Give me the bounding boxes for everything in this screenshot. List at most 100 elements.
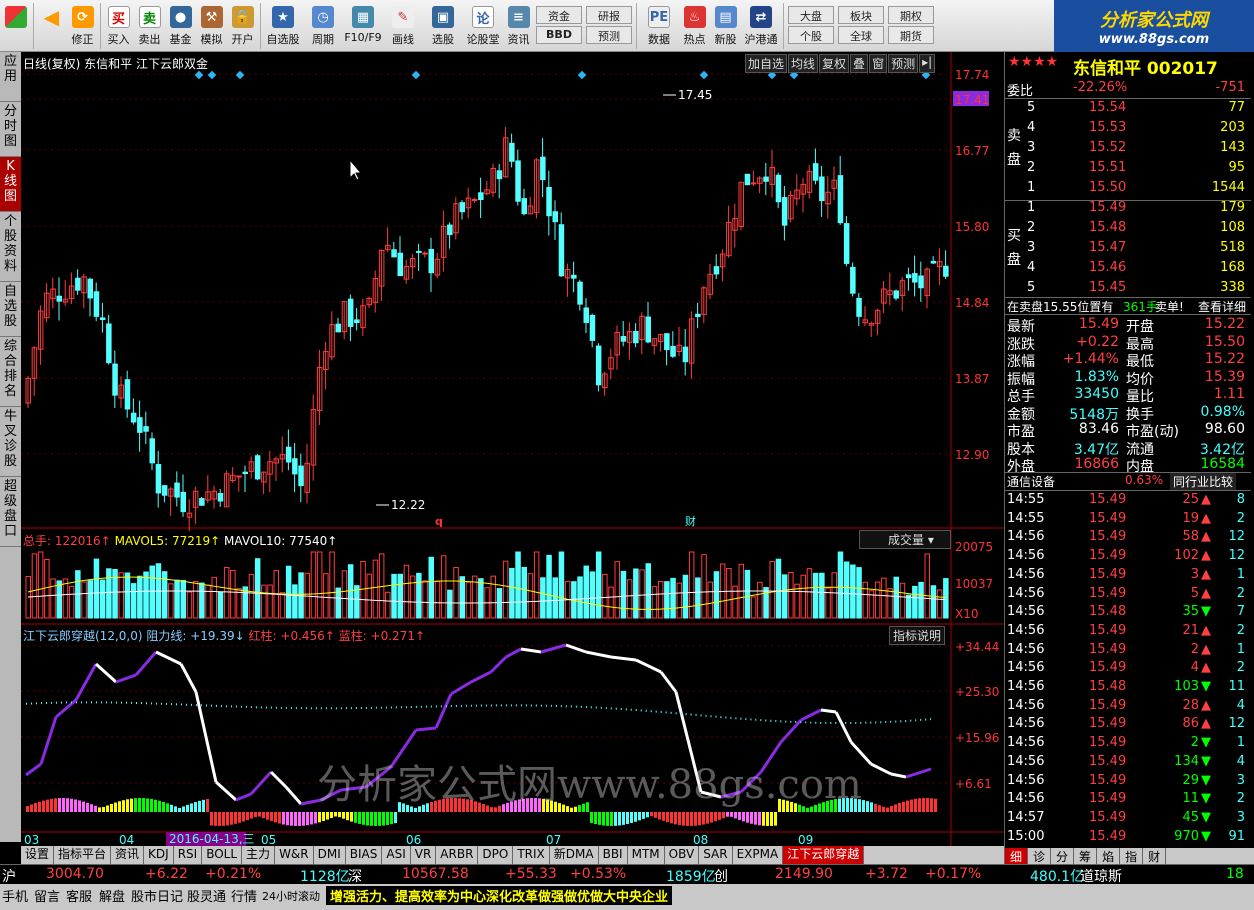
panel-tab[interactable]: 财 [1143, 848, 1167, 864]
indicator-tab[interactable]: RSI [174, 846, 203, 864]
indicator-tab[interactable]: BBI [599, 846, 628, 864]
hot-button[interactable]: ♨ 热点 [679, 0, 710, 52]
indicator-tab[interactable]: 资讯 [111, 846, 145, 864]
link-service[interactable]: 客服 [66, 886, 92, 905]
data-button[interactable]: PE 数据 [639, 0, 679, 52]
forecast-button[interactable]: 预测 [586, 26, 632, 44]
options-button[interactable]: 期权 [888, 6, 934, 24]
stock-button[interactable]: 个股 [788, 26, 834, 44]
stock-select-button[interactable]: ▣ 选股 [423, 0, 463, 52]
buy-button[interactable]: 买买入 [103, 0, 134, 52]
link-24h[interactable]: 24小时滚动 [262, 888, 320, 904]
period-button[interactable]: ◷ 周期 [303, 0, 343, 52]
fund-button[interactable]: ● 基金 [165, 0, 196, 52]
research-button[interactable]: 研报 [586, 6, 632, 24]
sector-button[interactable]: 板块 [838, 6, 884, 24]
nav-kline[interactable]: K线图 [0, 157, 21, 212]
ipo-button[interactable]: ▤ 新股 [710, 0, 741, 52]
histogram-bar [158, 800, 161, 812]
nav-app[interactable]: 应用 [0, 52, 21, 102]
link-message[interactable]: 留言 [34, 886, 60, 905]
nav-watchlist[interactable]: 自选股 [0, 282, 21, 337]
indicator-tab[interactable]: 江下云郎穿越 [783, 846, 865, 864]
panel-tab[interactable]: 细 [1005, 848, 1029, 864]
indicator-tab[interactable]: DPO [478, 846, 514, 864]
sell-level[interactable]: 1 15.50 1544 [1005, 180, 1251, 198]
sell-level[interactable]: 5 15.54 77 [1005, 100, 1251, 118]
volume-select[interactable]: 成交量 ▾ [859, 530, 951, 549]
predict-button[interactable]: 预测 [888, 54, 919, 73]
panel-tab[interactable]: 焰 [1097, 848, 1121, 864]
hk-connect-button[interactable]: ⇄ 沪港通 [741, 0, 781, 52]
indicator-help-button[interactable]: 指标说明 [889, 626, 946, 645]
forum-button[interactable]: 论论股堂 [463, 0, 503, 52]
nav-ranking[interactable]: 综合排名 [0, 337, 21, 407]
news-button[interactable]: ≡ 资讯 [503, 0, 534, 52]
buy-level[interactable]: 4 15.46 168 [1005, 260, 1251, 278]
buy-level[interactable]: 2 15.48 108 [1005, 220, 1251, 238]
adjust-button[interactable]: 复权 [819, 54, 850, 73]
indicator-tab[interactable]: W&R [275, 846, 314, 864]
sell-level[interactable]: 2 15.51 95 [1005, 160, 1251, 178]
draw-line-button[interactable]: ✎ 画线 [383, 0, 423, 52]
overlay-button[interactable]: 叠 [850, 54, 869, 73]
nav-diagnosis[interactable]: 牛叉诊股 [0, 407, 21, 477]
open-account-button[interactable]: 🔒 开户 [227, 0, 258, 52]
indicator-tab[interactable]: TRIX [513, 846, 550, 864]
panel-tab[interactable]: 分 [1051, 848, 1075, 864]
indicator-tab[interactable]: BIAS [346, 846, 383, 864]
nav-timeshare[interactable]: 分时图 [0, 102, 21, 157]
panel-tab[interactable]: 筹 [1074, 848, 1098, 864]
panel-tab[interactable]: 诊 [1028, 848, 1052, 864]
kline-chart[interactable]: 17.74 17.41 16.77 15.80 14.84 13.87 12.90 20075… [21, 52, 1004, 846]
futures-button[interactable]: 期货 [888, 26, 934, 44]
chart-canvas[interactable]: 17.74 17.41 16.77 15.80 14.84 13.87 12.90 20075… [21, 52, 1004, 846]
revise-button[interactable]: ⟳ 修正 [67, 0, 98, 52]
add-watch-button[interactable]: 加自选 [745, 54, 788, 73]
window-button[interactable]: 窗 [869, 54, 888, 73]
sell-button[interactable]: 卖卖出 [134, 0, 165, 52]
link-analysis[interactable]: 解盘 [99, 886, 125, 905]
back-button[interactable]: ◀ [36, 0, 67, 52]
ma-button[interactable]: 均线 [788, 54, 819, 73]
global-button[interactable]: 全球 [838, 26, 884, 44]
indicator-tab[interactable]: EXPMA [733, 846, 784, 864]
news-ticker[interactable]: 增强活力、提高效率为中心深化改革做强做优做大中央企业 [326, 886, 673, 905]
histogram-bar [330, 812, 333, 819]
indicator-tab[interactable]: ARBR [436, 846, 479, 864]
indicator-tab[interactable]: BOLL [202, 846, 243, 864]
nav-stock-info[interactable]: 个股资料 [0, 212, 21, 282]
capital-button[interactable]: 资金 [536, 6, 582, 24]
f10-button[interactable]: ▦ F10/F9 [343, 0, 383, 52]
watchlist-button[interactable]: ★ 自选股 [263, 0, 303, 52]
market-button[interactable]: 大盘 [788, 6, 834, 24]
indicator-tab[interactable]: DMI [314, 846, 346, 864]
indicator-tab[interactable]: ASI [382, 846, 411, 864]
nav-super-board[interactable]: 超级盘口 [0, 477, 21, 547]
layout-icon[interactable] [0, 0, 31, 52]
sell-level[interactable]: 4 15.53 203 [1005, 120, 1251, 138]
link-gulingtong[interactable]: 股灵通 [187, 886, 226, 905]
order-notice[interactable]: 在卖盘15.55位置有 361手 卖单! 查看详细 [1005, 297, 1251, 315]
buy-level[interactable]: 5 15.45 338 [1005, 280, 1251, 298]
bbd-button[interactable]: BBD [536, 26, 582, 44]
link-diary[interactable]: 股市日记 [131, 886, 183, 905]
indicator-tab[interactable]: OBV [665, 846, 700, 864]
indicator-tab[interactable]: VR [411, 846, 437, 864]
link-mobile[interactable]: 手机 [2, 886, 28, 905]
panel-tab[interactable]: 指 [1120, 848, 1144, 864]
indicator-tab[interactable]: KDJ [144, 846, 174, 864]
buy-level[interactable]: 3 15.47 518 [1005, 240, 1251, 258]
indicator-tab[interactable]: 指标平台 [54, 846, 112, 864]
sector-row[interactable]: 通信设备 0.63% 同行业比较 [1005, 472, 1251, 490]
indicator-tab[interactable]: 新DMA [550, 846, 599, 864]
indicator-tab[interactable]: 主力 [242, 846, 276, 864]
buy-level[interactable]: 1 15.49 179 [1005, 200, 1251, 218]
link-quotes[interactable]: 行情 [231, 886, 257, 905]
indicator-tab[interactable]: SAR [699, 846, 733, 864]
simulate-button[interactable]: ⚒ 模拟 [196, 0, 227, 52]
pin-icon[interactable]: ▸| [919, 54, 936, 73]
indicator-tab[interactable]: MTM [628, 846, 665, 864]
indicator-tab[interactable]: 设置 [21, 846, 55, 864]
sell-level[interactable]: 3 15.52 143 [1005, 140, 1251, 158]
